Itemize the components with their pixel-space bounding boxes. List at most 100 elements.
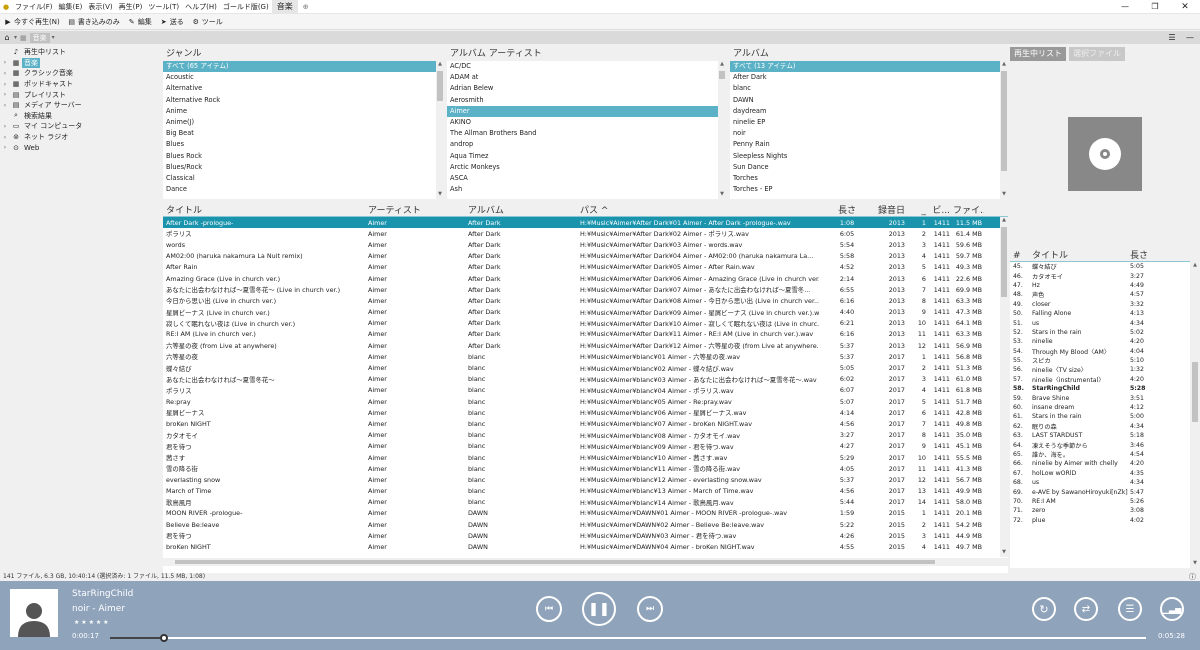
- genre-item[interactable]: Anime: [163, 106, 443, 117]
- breadcrumb[interactable]: 音楽: [29, 32, 50, 43]
- close-icon[interactable]: ✕: [1170, 2, 1200, 12]
- playlist-button[interactable]: ☰: [1118, 597, 1142, 621]
- genre-item[interactable]: Blues: [163, 139, 443, 150]
- artist-item[interactable]: ASCA: [447, 173, 725, 184]
- playlist-row[interactable]: 53. ninelie 4:20: [1010, 337, 1190, 346]
- playlist-row[interactable]: 67. holLow wORlD 4:35: [1010, 469, 1190, 478]
- menu-item[interactable]: ゴールド版(G): [220, 2, 272, 12]
- playlist-row[interactable]: 70. RE:I AM 5:26: [1010, 497, 1190, 506]
- column-header[interactable]: #: [1010, 251, 1032, 261]
- artist-item[interactable]: ADAM at: [447, 72, 725, 83]
- artist-item[interactable]: The Allman Brothers Band: [447, 128, 725, 139]
- sidebar-item[interactable]: › ▤ プレイリスト: [0, 89, 160, 100]
- playlist-row[interactable]: 51. us 4:34: [1010, 318, 1190, 327]
- pause-button[interactable]: ❚❚: [582, 592, 616, 626]
- table-row[interactable]: broKen NIGHT Aimer blanc H:¥Music¥Aimer¥bla…: [163, 418, 1008, 429]
- table-row[interactable]: After Rain Aimer After Dark H:¥Music¥Aimer¥…: [163, 262, 1008, 273]
- album-item[interactable]: すべて (13 アイテム): [730, 61, 1008, 73]
- playlist-row[interactable]: 71. zero 3:08: [1010, 506, 1190, 515]
- chevron-right-icon[interactable]: ›: [0, 134, 10, 141]
- genre-item[interactable]: Blues/Rock: [163, 162, 443, 173]
- sidebar-item[interactable]: › ▦ 音楽: [0, 57, 160, 69]
- playlist-row[interactable]: 64. 凍えそうな季節から 3:46: [1010, 440, 1190, 450]
- album-item[interactable]: noir: [730, 128, 1008, 139]
- column-header[interactable]: 長さ: [819, 203, 872, 216]
- album-item[interactable]: Penny Rain: [730, 139, 1008, 150]
- artist-item[interactable]: Aqua Timez: [447, 151, 725, 162]
- menu-item[interactable]: 表示(V): [85, 2, 115, 12]
- table-row[interactable]: ポラリス Aimer blanc H:¥Music¥Aimer¥blanc¥04 Ai…: [163, 384, 1008, 396]
- table-row[interactable]: あなたに出会わなければ〜夏雪冬花〜 (Live in church ver.) A…: [163, 284, 1008, 295]
- sidebar-item[interactable]: › ⊙ Web: [0, 142, 160, 153]
- minimize-icon[interactable]: —: [1110, 2, 1140, 11]
- table-row[interactable]: 歌鳥風月 Aimer blanc H:¥Music¥Aimer¥blanc¥14 Ai…: [163, 496, 1008, 508]
- table-row[interactable]: 君を待つ Aimer blanc H:¥Music¥Aimer¥blanc¥09 Ai…: [163, 441, 1008, 452]
- tab-music[interactable]: 音楽: [271, 0, 298, 14]
- playlist-row[interactable]: 56. ninelie〈TV size〉 1:32: [1010, 365, 1190, 374]
- artist-item[interactable]: Arctic Monkeys: [447, 162, 725, 173]
- playlist-row[interactable]: 68. us 4:34: [1010, 478, 1190, 487]
- table-row[interactable]: 蝶々結び Aimer blanc H:¥Music¥Aimer¥blanc¥02 Ai…: [163, 362, 1008, 374]
- album-item[interactable]: Torches: [730, 173, 1008, 184]
- table-row[interactable]: ポラリス Aimer After Dark H:¥Music¥Aimer¥After …: [163, 228, 1008, 240]
- track-list-hscrollbar[interactable]: [163, 558, 1008, 566]
- table-row[interactable]: broKen NIGHT Aimer DAWN H:¥Music¥Aimer¥DAWN…: [163, 541, 1008, 553]
- playlist-row[interactable]: 55. スピカ 5:10: [1010, 356, 1190, 365]
- menu-item[interactable]: 再生(P): [116, 2, 146, 12]
- chevron-right-icon[interactable]: ›: [0, 102, 10, 109]
- album-item[interactable]: Sun Dance: [730, 162, 1008, 173]
- genre-item[interactable]: Dance: [163, 184, 443, 195]
- playlist-row[interactable]: 48. 声色 4:57: [1010, 290, 1190, 299]
- previous-button[interactable]: ⏮: [536, 596, 562, 622]
- playlist-row[interactable]: 72. plue 4:02: [1010, 516, 1190, 525]
- table-row[interactable]: 六等星の夜 Aimer blanc H:¥Music¥Aimer¥blanc¥01 A…: [163, 351, 1008, 362]
- column-header[interactable]: アルバム: [465, 203, 577, 216]
- artist-item[interactable]: AKINO: [447, 117, 725, 128]
- toolbar-button[interactable]: ⚙ ツール: [188, 17, 227, 27]
- artist-item[interactable]: AC/DC: [447, 61, 725, 72]
- add-tab-icon[interactable]: ⊕: [302, 3, 310, 11]
- playlist-row[interactable]: 50. Falling Alone 4:13: [1010, 309, 1190, 318]
- table-row[interactable]: Amazing Grace (Live in church ver.) Aimer…: [163, 272, 1008, 285]
- menu-item[interactable]: 編集(E): [56, 2, 86, 12]
- table-row[interactable]: Re:pray Aimer blanc H:¥Music¥Aimer¥blanc¥05…: [163, 396, 1008, 407]
- album-item[interactable]: blanc: [730, 83, 1008, 94]
- playlist-row[interactable]: 63. LAST STARDUST 5:18: [1010, 431, 1190, 440]
- playlist-row[interactable]: 66. ninelie by Aimer with chelly 4:20: [1010, 459, 1190, 468]
- home-icon[interactable]: ⌂: [0, 33, 14, 42]
- playlist-row[interactable]: 59. Brave Shine 3:51: [1010, 393, 1190, 402]
- column-header[interactable]: ファイ...: [950, 203, 984, 216]
- table-row[interactable]: あなたに出会わなければ〜夏雪冬花〜 Aimer blanc H:¥Music¥Aime…: [163, 374, 1008, 385]
- column-header[interactable]: ビ...: [928, 203, 950, 216]
- album-item[interactable]: DAWN: [730, 95, 1008, 106]
- table-row[interactable]: 寂しくて眠れない夜は (Live in church ver.) Aimer Aft…: [163, 317, 1008, 329]
- playlist-row[interactable]: 45. 蝶々結び 5:05: [1010, 262, 1190, 271]
- table-row[interactable]: 雪の降る街 Aimer blanc H:¥Music¥Aimer¥blanc¥11 A…: [163, 463, 1008, 474]
- chevron-down-icon[interactable]: ▾: [14, 34, 17, 41]
- now-playing-scrollbar[interactable]: ▲ ▼: [1191, 262, 1199, 568]
- tab-selected-file[interactable]: 選択ファイル: [1069, 47, 1125, 61]
- column-header[interactable]: _: [908, 206, 928, 216]
- chevron-right-icon[interactable]: ›: [0, 91, 10, 98]
- album-item[interactable]: After Dark: [730, 72, 1008, 83]
- playlist-row[interactable]: 58. StarRingChild 5:28: [1010, 384, 1190, 393]
- playlist-row[interactable]: 60. insane dream 4:12: [1010, 403, 1190, 412]
- column-header[interactable]: タイトル: [1032, 248, 1130, 261]
- playlist-row[interactable]: 49. closer 3:32: [1010, 300, 1190, 309]
- playlist-row[interactable]: 54. Through My Blood〈AM〉 4:04: [1010, 347, 1190, 356]
- artist-item[interactable]: Aimer: [447, 105, 725, 117]
- sidebar-item[interactable]: › ▦ クラシック音楽: [0, 68, 160, 79]
- column-header[interactable]: タイトル: [163, 203, 365, 216]
- artist-item[interactable]: Adrian Belew: [447, 83, 725, 94]
- genre-item[interactable]: すべて (65 アイテム): [163, 61, 443, 73]
- chevron-right-icon[interactable]: ›: [0, 144, 10, 151]
- artist-scrollbar[interactable]: ▲ ▼: [718, 61, 726, 199]
- sidebar-item[interactable]: ⌕ 検索結果: [0, 111, 160, 122]
- genre-item[interactable]: Blues Rock: [163, 151, 443, 162]
- column-header[interactable]: アーティスト: [365, 203, 465, 216]
- sidebar-item[interactable]: › ▭ マイ コンピュータ: [0, 121, 160, 132]
- playlist-row[interactable]: 52. Stars in the rain 5:02: [1010, 328, 1190, 337]
- table-row[interactable]: words Aimer After Dark H:¥Music¥Aimer¥After…: [163, 239, 1008, 250]
- genre-scrollbar[interactable]: ▲ ▼: [436, 61, 444, 199]
- column-header[interactable]: 長さ: [1130, 248, 1170, 261]
